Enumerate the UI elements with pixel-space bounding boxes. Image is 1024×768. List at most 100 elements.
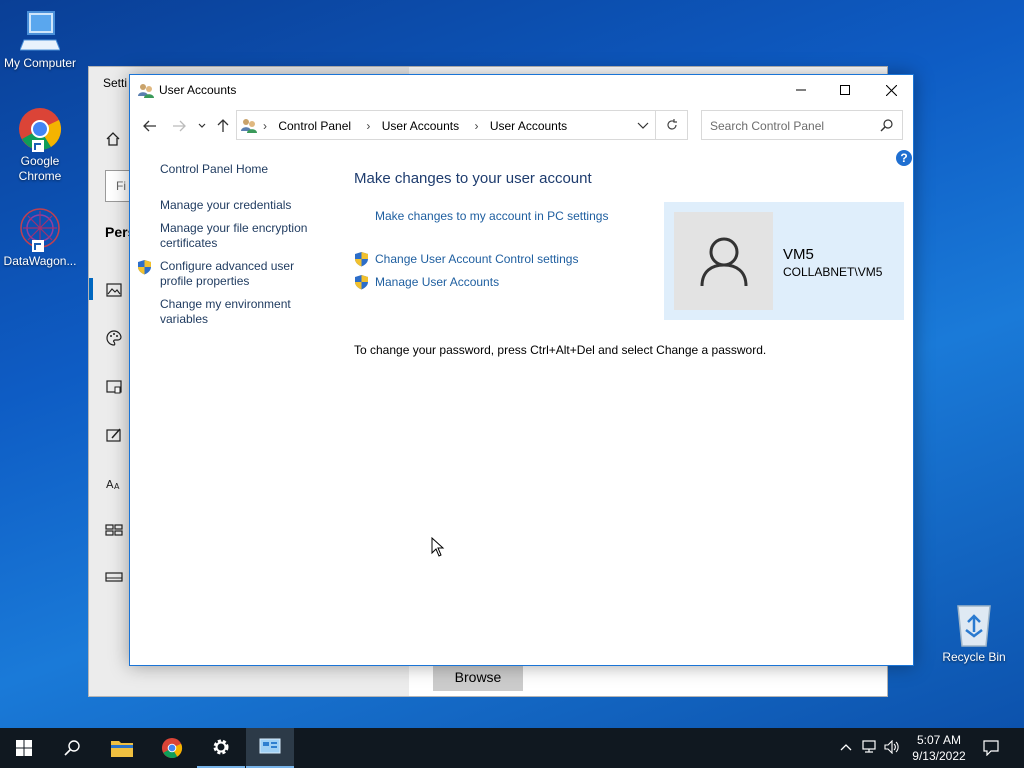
user-card: VM5 COLLABNET\VM5	[664, 202, 904, 320]
browse-button[interactable]: Browse	[433, 663, 523, 691]
arrow-right-icon	[173, 120, 186, 132]
control-panel-icon	[259, 738, 281, 754]
taskbar: 5:07 AM 9/13/2022	[0, 728, 1024, 768]
breadcrumb-user-accounts-current[interactable]: User Accounts	[490, 119, 567, 133]
user-accounts-icon	[138, 84, 154, 98]
volume-icon[interactable]	[884, 740, 900, 754]
clock-date: 9/13/2022	[912, 749, 966, 763]
settings-title: Setti	[103, 76, 128, 90]
search-input[interactable]: Search Control Panel	[701, 110, 903, 140]
chevron-up-icon[interactable]	[840, 743, 852, 751]
file-encryption-link[interactable]: Manage your file encryption certificates	[160, 221, 307, 251]
home-icon[interactable]	[105, 131, 121, 147]
folder-icon	[111, 741, 133, 757]
search-button[interactable]	[48, 728, 96, 768]
address-bar[interactable]: › Control Panel › User Accounts › User A…	[236, 110, 656, 140]
forward-button[interactable]	[168, 116, 190, 136]
close-icon	[885, 84, 897, 96]
advanced-profile-link[interactable]: Configure advanced user profile properti…	[160, 259, 294, 289]
themes-icon[interactable]	[105, 426, 123, 444]
window-title: User Accounts	[159, 83, 237, 97]
breadcrumb: › Control Panel › User Accounts › User A…	[263, 119, 573, 133]
user-name: VM5	[783, 246, 814, 263]
chrome-icon	[161, 737, 183, 759]
desktop-icon-label: DataWagon...	[3, 254, 77, 268]
link-line: Manage your file encryption	[160, 221, 308, 235]
desktop-icon-label: My Computer	[3, 56, 77, 70]
clock[interactable]: 5:07 AM 9/13/2022	[900, 732, 978, 764]
user-domain: COLLABNET\VM5	[783, 265, 883, 279]
manage-credentials-link[interactable]: Manage your credentials	[160, 198, 291, 213]
chrome-icon	[19, 108, 62, 152]
uac-settings-link[interactable]: Change User Account Control settings	[375, 252, 578, 266]
svg-text:A: A	[114, 482, 120, 491]
close-button[interactable]	[868, 75, 914, 105]
breadcrumb-control-panel[interactable]: Control Panel	[278, 119, 351, 133]
manage-user-accounts-link[interactable]: Manage User Accounts	[375, 275, 499, 289]
settings-taskbar-button[interactable]	[197, 728, 245, 768]
environment-variables-link[interactable]: Change my environment variables	[160, 297, 291, 327]
lock-screen-icon[interactable]	[105, 378, 123, 396]
title-bar[interactable]: User Accounts	[130, 75, 913, 105]
arrow-left-icon	[143, 120, 156, 132]
fonts-icon[interactable]: A A	[105, 474, 123, 492]
user-accounts-window[interactable]: User Accounts › Control Panel › User Acc…	[129, 74, 914, 666]
svg-text:A: A	[106, 478, 114, 491]
start-button[interactable]	[0, 728, 48, 768]
user-accounts-icon	[241, 119, 257, 133]
windows-icon	[16, 740, 32, 756]
recycle-bin-icon	[957, 605, 991, 647]
link-line: profile properties	[160, 274, 250, 288]
selected-indicator	[89, 278, 93, 300]
page-heading: Make changes to your user account	[354, 170, 592, 187]
arrow-up-icon	[217, 119, 229, 132]
clock-time: 5:07 AM	[916, 733, 962, 747]
chrome-taskbar-button[interactable]	[148, 728, 196, 768]
link-line: Configure advanced user	[160, 259, 295, 273]
minimize-icon	[796, 89, 806, 91]
pc-settings-link[interactable]: Make changes to my account in PC setting…	[375, 209, 608, 223]
background-icon[interactable]	[105, 281, 123, 299]
maximize-icon	[840, 85, 850, 95]
shield-icon	[355, 252, 368, 267]
refresh-icon	[666, 119, 677, 130]
breadcrumb-separator: ›	[474, 119, 479, 133]
link-line: Change my environment	[160, 297, 291, 311]
mouse-cursor-icon	[431, 537, 445, 557]
network-icon[interactable]	[862, 740, 878, 754]
desktop-icon-datawagon[interactable]: DataWagon...	[0, 206, 80, 269]
control-panel-taskbar-button[interactable]	[246, 728, 294, 768]
computer-icon	[20, 11, 60, 51]
maximize-button[interactable]	[822, 75, 868, 105]
recent-locations-button[interactable]	[192, 116, 212, 136]
desktop-icon-recycle-bin[interactable]: Recycle Bin	[934, 602, 1014, 665]
help-icon[interactable]: ?	[896, 150, 912, 166]
file-explorer-button[interactable]	[98, 728, 146, 768]
search-icon	[64, 740, 80, 756]
search-icon[interactable]	[880, 119, 893, 132]
desktop-icon-label: Google Chrome	[18, 154, 62, 183]
link-line: variables	[160, 312, 209, 326]
breadcrumb-separator: ›	[366, 119, 371, 133]
breadcrumb-user-accounts[interactable]: User Accounts	[382, 119, 459, 133]
taskbar-settings-icon[interactable]	[105, 568, 123, 586]
back-button[interactable]	[139, 116, 161, 136]
desktop-icon-label: Recycle Bin	[942, 650, 1006, 664]
shield-icon	[138, 260, 151, 275]
notifications-icon[interactable]	[983, 740, 999, 756]
desktop-icon-google-chrome[interactable]: Google Chrome	[0, 106, 80, 184]
breadcrumb-separator: ›	[263, 119, 267, 133]
control-panel-home-link[interactable]: Control Panel Home	[160, 162, 268, 177]
colors-icon[interactable]	[105, 329, 123, 347]
minimize-button[interactable]	[778, 75, 824, 105]
desktop-icon-my-computer[interactable]: My Computer	[0, 10, 80, 71]
user-icon	[700, 237, 747, 287]
up-button[interactable]	[212, 116, 234, 136]
chevron-down-icon[interactable]	[637, 118, 649, 132]
link-line: certificates	[160, 236, 218, 250]
avatar	[674, 212, 773, 310]
refresh-button[interactable]	[656, 110, 688, 140]
start-icon[interactable]	[105, 521, 123, 539]
password-info-text: To change your password, press Ctrl+Alt+…	[354, 343, 767, 357]
gear-icon	[213, 739, 229, 755]
